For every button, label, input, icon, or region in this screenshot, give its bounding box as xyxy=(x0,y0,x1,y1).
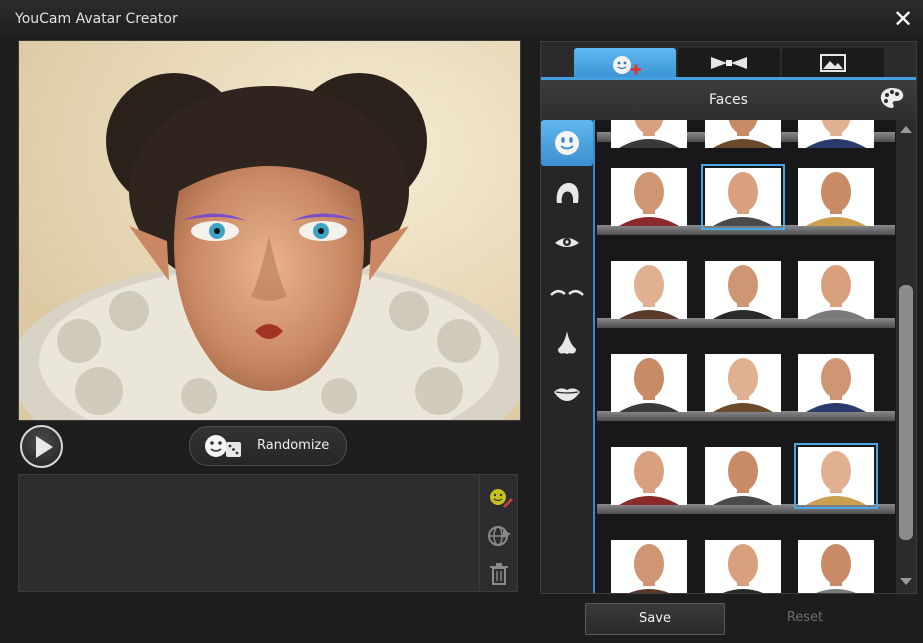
shelf xyxy=(597,411,895,421)
scroll-thumb[interactable] xyxy=(899,285,913,540)
category-lips[interactable] xyxy=(541,370,593,416)
avatar-portrait-image xyxy=(19,41,520,420)
face-thumbnail[interactable] xyxy=(798,540,874,593)
face-thumbnail[interactable] xyxy=(705,447,781,505)
save-button[interactable]: Save xyxy=(585,603,725,635)
eyebrows-icon xyxy=(550,290,584,296)
section-title: Faces xyxy=(709,92,748,108)
face-thumbnail[interactable] xyxy=(611,354,687,412)
hair-icon xyxy=(556,182,579,203)
scroll-up-icon[interactable] xyxy=(900,126,912,133)
title-bar: YouCam Avatar Creator ✕ xyxy=(0,0,923,38)
globe-share-icon xyxy=(488,526,511,546)
tab-accessories[interactable] xyxy=(678,48,780,78)
tab-avatar[interactable] xyxy=(574,48,676,78)
history-panel xyxy=(18,474,518,592)
face-thumbnail[interactable] xyxy=(798,120,874,148)
reset-button[interactable]: Reset xyxy=(735,603,875,635)
face-smiley-icon xyxy=(555,131,579,155)
eye-icon xyxy=(555,238,579,247)
history-toolbar xyxy=(479,474,518,592)
category-face[interactable] xyxy=(541,120,593,166)
face-thumbnail[interactable] xyxy=(798,261,874,319)
palette-icon[interactable] xyxy=(879,86,905,114)
category-column xyxy=(541,120,593,593)
face-thumbnail-grid xyxy=(593,120,897,593)
shelf xyxy=(597,318,895,328)
shelf xyxy=(597,225,895,235)
landscape-picture-icon xyxy=(820,54,846,72)
share-avatar-button[interactable] xyxy=(480,516,518,554)
randomize-label: Randomize xyxy=(257,438,330,453)
delete-button[interactable] xyxy=(480,554,518,592)
face-thumbnail[interactable] xyxy=(798,168,874,226)
tab-background[interactable] xyxy=(782,48,884,78)
face-thumbnail[interactable] xyxy=(611,120,687,148)
play-icon xyxy=(36,436,53,458)
asset-panel: Faces xyxy=(540,41,917,594)
scroll-down-icon[interactable] xyxy=(900,578,912,585)
face-thumbnail[interactable] xyxy=(611,447,687,505)
play-button[interactable] xyxy=(20,425,63,468)
edit-avatar-button[interactable] xyxy=(480,478,518,516)
avatar-face-add-icon xyxy=(613,56,641,75)
face-thumbnail[interactable] xyxy=(701,164,785,230)
category-eyes[interactable] xyxy=(541,220,593,266)
bow-tie-icon xyxy=(711,57,747,69)
face-thumbnail[interactable] xyxy=(705,540,781,593)
scrollbar[interactable] xyxy=(896,120,916,593)
lips-icon xyxy=(554,388,580,401)
randomize-button[interactable]: Randomize xyxy=(189,426,347,466)
face-thumbnail[interactable] xyxy=(705,120,781,148)
trash-icon xyxy=(490,563,508,585)
face-thumbnail[interactable] xyxy=(611,261,687,319)
nose-icon xyxy=(558,331,576,354)
category-nose[interactable] xyxy=(541,320,593,366)
face-thumbnail[interactable] xyxy=(798,354,874,412)
edit-avatar-icon xyxy=(490,489,513,508)
face-thumbnail[interactable] xyxy=(611,540,687,593)
window-title: YouCam Avatar Creator xyxy=(15,11,178,27)
face-thumbnail[interactable] xyxy=(611,168,687,226)
category-eyebrows[interactable] xyxy=(541,270,593,316)
face-thumbnail[interactable] xyxy=(705,261,781,319)
dice-face-icon xyxy=(202,432,246,464)
tab-bar xyxy=(541,42,916,79)
close-button[interactable]: ✕ xyxy=(889,6,917,32)
shelf xyxy=(597,504,895,514)
avatar-preview xyxy=(18,40,521,421)
section-header: Faces xyxy=(541,80,916,120)
face-thumbnail[interactable] xyxy=(705,354,781,412)
category-hair[interactable] xyxy=(541,170,593,216)
face-thumbnail[interactable] xyxy=(794,443,878,509)
